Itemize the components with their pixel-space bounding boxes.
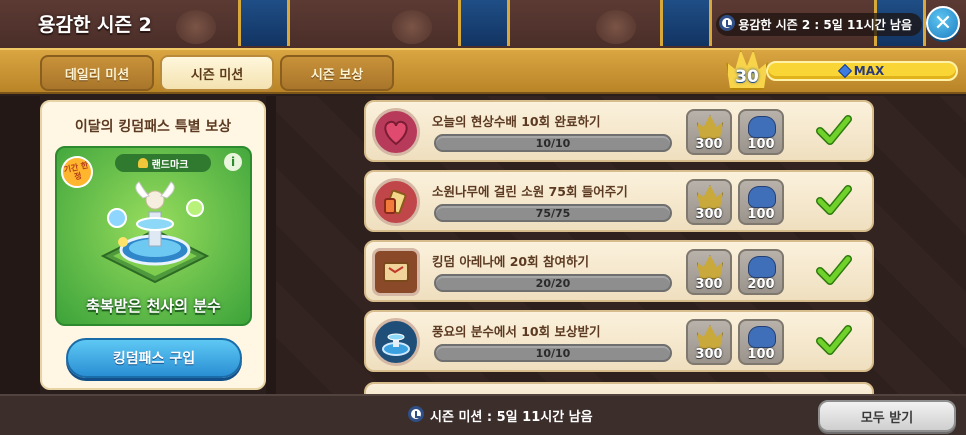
mission-list[interactable]: 오늘의 현상수배 10회 완료하기 10/10 300 100 소원나무에 걸린… xyxy=(276,96,966,394)
side-border xyxy=(0,96,40,394)
season-remaining: 용감한 시즌 2 : 5일 11시간 남음 xyxy=(716,13,922,36)
reward-item-name: 축복받은 천사의 분수 xyxy=(86,297,221,315)
check-icon xyxy=(816,185,852,215)
tab-label: 시즌 보상 xyxy=(310,67,364,83)
banner-decoration xyxy=(660,0,712,46)
cloud-reward-value: 100 xyxy=(747,137,775,152)
level-badge: 30 xyxy=(722,50,772,94)
crown-icon xyxy=(697,325,723,349)
cloud-reward: 100 xyxy=(738,319,784,365)
heart-cookie-icon xyxy=(372,108,420,156)
tab-season-missions[interactable]: 시즌 미션 xyxy=(160,55,274,91)
mission-row-partial xyxy=(364,382,874,394)
fountain-icon xyxy=(372,318,420,366)
tab-label: 데일리 미션 xyxy=(64,67,130,83)
season-remaining-text: 용감한 시즌 2 : 5일 11시간 남음 xyxy=(738,18,912,32)
crown-reward: 300 xyxy=(686,319,732,365)
level-progress-label: MAX xyxy=(853,64,885,78)
landmark-tag-label: 랜드마크 xyxy=(151,159,189,171)
top-bar: 용감한 시즌 2 용감한 시즌 2 : 5일 11시간 남음 ✕ xyxy=(0,0,966,52)
page-title: 용감한 시즌 2 xyxy=(38,14,152,36)
panel-title: 이달의 킹덤패스 특별 보상 xyxy=(74,119,232,135)
wish-scroll-icon xyxy=(372,178,420,226)
mission-title: 오늘의 현상수배 10회 완료하기 xyxy=(432,114,601,129)
mission-row: 풍요의 분수에서 10회 보상받기 10/10 300 100 xyxy=(364,310,874,372)
landmark-tag: 랜드마크 xyxy=(115,154,211,172)
crown-reward-value: 300 xyxy=(695,137,723,152)
clock-icon xyxy=(408,406,424,422)
crown-reward-value: 300 xyxy=(695,207,723,222)
ornament-icon xyxy=(392,10,432,44)
banner-decoration xyxy=(458,0,510,46)
close-button[interactable]: ✕ xyxy=(926,6,960,40)
buy-kingdom-pass-button[interactable]: 킹덤패스 구입 xyxy=(66,338,242,378)
cloud-icon xyxy=(749,117,775,137)
ornament-icon xyxy=(176,10,216,44)
mission-progress: 20/20 xyxy=(434,274,672,292)
check-icon xyxy=(816,115,852,145)
mission-progress: 75/75 xyxy=(434,204,672,222)
kingdom-pass-panel: 이달의 킹덤패스 특별 보상 랜드마크 i 기간 한정 축복받은 천사의 분수 … xyxy=(40,100,266,390)
check-icon xyxy=(816,325,852,355)
mission-title: 킹덤 아레나에 20회 참여하기 xyxy=(432,254,589,269)
tab-season-rewards[interactable]: 시즌 보상 xyxy=(280,55,394,91)
cloud-icon xyxy=(749,187,775,207)
mission-remaining: 시즌 미션 : 5일 11시간 남음 xyxy=(408,406,593,425)
close-icon: ✕ xyxy=(933,10,953,36)
mission-title: 풍요의 분수에서 10회 보상받기 xyxy=(432,324,601,339)
tab-label: 시즌 미션 xyxy=(190,67,244,83)
bell-icon xyxy=(137,158,148,168)
limited-badge: 기간 한정 xyxy=(58,153,96,191)
crown-reward: 300 xyxy=(686,249,732,295)
cloud-reward-value: 200 xyxy=(747,277,775,292)
tab-daily-missions[interactable]: 데일리 미션 xyxy=(40,55,154,91)
crown-icon xyxy=(697,185,723,209)
mission-progress: 10/10 xyxy=(434,344,672,362)
cloud-reward: 200 xyxy=(738,249,784,295)
ornament-icon xyxy=(596,10,636,44)
crown-reward: 300 xyxy=(686,179,732,225)
check-icon xyxy=(816,255,852,285)
cloud-reward-value: 100 xyxy=(747,347,775,362)
claim-all-button[interactable]: 모두 받기 xyxy=(818,400,956,432)
mission-row: 소원나무에 걸린 소원 75회 들어주기 75/75 300 100 xyxy=(364,170,874,232)
mission-title: 소원나무에 걸린 소원 75회 들어주기 xyxy=(432,184,628,199)
mission-row: 킹덤 아레나에 20회 참여하기 20/20 300 200 xyxy=(364,240,874,302)
level-progress-bar: MAX xyxy=(766,61,958,81)
level-number: 30 xyxy=(735,67,759,87)
cloud-reward: 100 xyxy=(738,109,784,155)
mission-row: 오늘의 현상수배 10회 완료하기 10/10 300 100 xyxy=(364,100,874,162)
banner-decoration xyxy=(238,0,290,46)
reward-card[interactable]: 랜드마크 i 기간 한정 축복받은 천사의 분수 xyxy=(55,146,252,326)
bottom-bar: 시즌 미션 : 5일 11시간 남음 모두 받기 xyxy=(0,394,966,435)
cloud-reward-value: 100 xyxy=(747,207,775,222)
arena-map-icon xyxy=(372,248,420,296)
cloud-icon xyxy=(749,257,775,277)
mission-remaining-text: 시즌 미션 : 5일 11시간 남음 xyxy=(430,410,593,425)
info-icon[interactable]: i xyxy=(224,153,242,171)
clock-icon xyxy=(719,15,736,31)
crown-reward: 300 xyxy=(686,109,732,155)
crown-reward-value: 300 xyxy=(695,347,723,362)
crown-icon xyxy=(697,255,723,279)
crown-icon xyxy=(697,115,723,139)
side-border xyxy=(266,96,276,394)
cloud-reward: 100 xyxy=(738,179,784,225)
diamond-icon xyxy=(837,63,852,79)
crown-reward-value: 300 xyxy=(695,277,723,292)
tab-strip: 데일리 미션 시즌 미션 시즌 보상 30 MAX xyxy=(0,48,966,94)
angel-fountain-icon xyxy=(100,181,210,284)
mission-progress: 10/10 xyxy=(434,134,672,152)
cloud-icon xyxy=(749,327,775,347)
